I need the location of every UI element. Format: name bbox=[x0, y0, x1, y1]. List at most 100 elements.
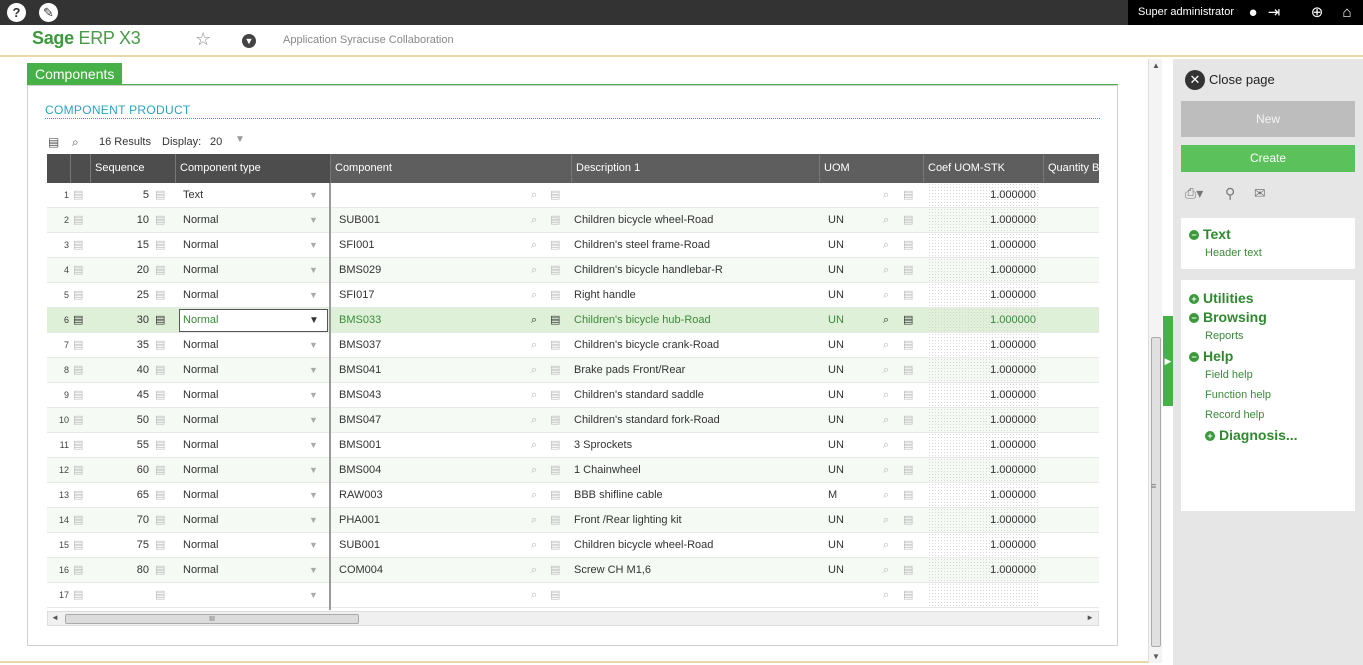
component-cell[interactable]: BMS041 bbox=[339, 358, 509, 383]
vertical-scrollbar-thumb[interactable] bbox=[1151, 337, 1161, 647]
search-icon[interactable]: ⌕ bbox=[883, 233, 897, 258]
help-icon[interactable]: ? bbox=[7, 3, 26, 22]
browsing-section[interactable]: − Browsing bbox=[1189, 309, 1267, 325]
row-detail-icon[interactable]: ▤ bbox=[73, 358, 89, 383]
search-icon[interactable]: ⌕ bbox=[883, 508, 897, 533]
component-cell[interactable]: SFI001 bbox=[339, 233, 509, 258]
sequence-detail-icon[interactable]: ▤ bbox=[155, 233, 171, 258]
row-detail-icon[interactable]: ▤ bbox=[73, 308, 89, 333]
component-cell[interactable]: BMS047 bbox=[339, 408, 509, 433]
chevron-down-icon[interactable]: ▼ bbox=[309, 258, 319, 283]
component-type-cell[interactable]: Normal bbox=[183, 458, 308, 483]
uom-detail-icon[interactable]: ▤ bbox=[903, 233, 919, 258]
component-type-cell[interactable]: Normal bbox=[183, 533, 308, 558]
sequence-cell[interactable]: 25 bbox=[93, 283, 149, 308]
sequence-cell[interactable]: 65 bbox=[93, 483, 149, 508]
chevron-down-icon[interactable]: ▼ bbox=[309, 508, 319, 533]
table-row[interactable]: 9 ▤ 45 ▤ Normal ▼ BMS043 ⌕ ▤ Children's standard … bbox=[47, 383, 1099, 408]
print-icon[interactable]: ⎙▾ bbox=[1185, 185, 1203, 202]
sage-logo[interactable]: Sage ERP X3 bbox=[32, 28, 141, 49]
utilities-section[interactable]: + Utilities bbox=[1189, 290, 1254, 306]
search-icon[interactable]: ⌕ bbox=[883, 458, 897, 483]
component-type-cell[interactable]: Normal bbox=[183, 558, 308, 583]
scroll-left-icon[interactable]: ◄ bbox=[51, 613, 59, 622]
sequence-detail-icon[interactable]: ▤ bbox=[155, 208, 171, 233]
search-icon[interactable]: ⌕ bbox=[883, 208, 897, 233]
component-type-cell[interactable]: Normal bbox=[183, 433, 308, 458]
globe-icon[interactable]: ⊕ bbox=[1308, 4, 1326, 22]
component-cell[interactable]: COM004 bbox=[339, 558, 509, 583]
search-icon[interactable]: ⌕ bbox=[531, 483, 545, 508]
favorite-star-icon[interactable]: ☆ bbox=[195, 29, 211, 50]
row-detail-icon[interactable]: ▤ bbox=[73, 183, 89, 208]
search-icon[interactable]: ⌕ bbox=[531, 183, 545, 208]
coef-cell[interactable]: 1.000000 bbox=[928, 483, 1040, 508]
coef-cell[interactable]: 1.000000 bbox=[928, 333, 1040, 358]
uom-cell[interactable]: UN bbox=[828, 383, 868, 408]
description-cell[interactable]: Children's bicycle crank-Road bbox=[574, 333, 819, 358]
description-cell[interactable]: Children bicycle wheel-Road bbox=[574, 208, 819, 233]
search-icon[interactable]: ⌕ bbox=[883, 483, 897, 508]
description-cell[interactable]: Screw CH M1,6 bbox=[574, 558, 819, 583]
search-icon[interactable]: ⌕ bbox=[883, 183, 897, 208]
table-row[interactable]: 12 ▤ 60 ▤ Normal ▼ BMS004 ⌕ ▤ 1 Chainwheel UN ⌕ ▤ 1.0… bbox=[47, 458, 1099, 483]
component-cell[interactable]: RAW003 bbox=[339, 483, 509, 508]
application-name[interactable]: Application Syracuse Collaboration bbox=[283, 34, 454, 46]
header-coef-uom-stk[interactable]: Coef UOM-STK bbox=[924, 154, 1044, 183]
description-cell[interactable]: Children's bicycle handlebar-R bbox=[574, 258, 819, 283]
component-cell[interactable]: SFI017 bbox=[339, 283, 509, 308]
sequence-cell[interactable]: 20 bbox=[93, 258, 149, 283]
uom-cell[interactable] bbox=[828, 183, 868, 208]
row-detail-icon[interactable]: ▤ bbox=[73, 508, 89, 533]
sequence-detail-icon[interactable]: ▤ bbox=[155, 383, 171, 408]
row-detail-icon[interactable]: ▤ bbox=[73, 533, 89, 558]
component-detail-icon[interactable]: ▤ bbox=[550, 483, 566, 508]
grid-horizontal-scrollbar[interactable]: ◄ III ► bbox=[47, 611, 1099, 626]
uom-cell[interactable]: UN bbox=[828, 283, 868, 308]
sequence-cell[interactable] bbox=[93, 583, 149, 608]
sequence-cell[interactable]: 40 bbox=[93, 358, 149, 383]
description-cell[interactable]: Children's steel frame-Road bbox=[574, 233, 819, 258]
sequence-detail-icon[interactable]: ▤ bbox=[155, 283, 171, 308]
uom-detail-icon[interactable]: ▤ bbox=[903, 508, 919, 533]
search-icon[interactable]: ⌕ bbox=[883, 283, 897, 308]
component-cell[interactable]: BMS029 bbox=[339, 258, 509, 283]
table-row[interactable]: 10 ▤ 50 ▤ Normal ▼ BMS047 ⌕ ▤ Children's standard… bbox=[47, 408, 1099, 433]
search-icon[interactable]: ⌕ bbox=[883, 533, 897, 558]
sequence-detail-icon[interactable]: ▤ bbox=[155, 333, 171, 358]
search-icon[interactable]: ⌕ bbox=[531, 233, 545, 258]
uom-detail-icon[interactable]: ▤ bbox=[903, 558, 919, 583]
row-detail-icon[interactable]: ▤ bbox=[73, 458, 89, 483]
row-detail-icon[interactable]: ▤ bbox=[73, 208, 89, 233]
component-detail-icon[interactable]: ▤ bbox=[550, 283, 566, 308]
sequence-detail-icon[interactable]: ▤ bbox=[155, 183, 171, 208]
component-detail-icon[interactable]: ▤ bbox=[550, 358, 566, 383]
search-icon[interactable]: ⌕ bbox=[531, 533, 545, 558]
search-icon[interactable]: ⌕ bbox=[531, 208, 545, 233]
header-component[interactable]: Component bbox=[331, 154, 572, 183]
component-detail-icon[interactable]: ▤ bbox=[550, 333, 566, 358]
component-type-cell[interactable] bbox=[183, 583, 308, 608]
search-icon[interactable]: ⌕ bbox=[883, 258, 897, 283]
description-cell[interactable] bbox=[574, 183, 819, 208]
search-icon[interactable]: ⌕ bbox=[531, 358, 545, 383]
uom-detail-icon[interactable]: ▤ bbox=[903, 408, 919, 433]
table-row[interactable]: 11 ▤ 55 ▤ Normal ▼ BMS001 ⌕ ▤ 3 Sprockets UN ⌕ ▤ 1.00… bbox=[47, 433, 1099, 458]
sequence-detail-icon[interactable]: ▤ bbox=[155, 308, 171, 333]
description-cell[interactable]: Right handle bbox=[574, 283, 819, 308]
coef-cell[interactable]: 1.000000 bbox=[928, 358, 1040, 383]
component-type-cell[interactable]: Normal bbox=[183, 508, 308, 533]
uom-detail-icon[interactable]: ▤ bbox=[903, 358, 919, 383]
chevron-down-icon[interactable]: ▼ bbox=[242, 34, 256, 48]
sequence-cell[interactable]: 55 bbox=[93, 433, 149, 458]
uom-detail-icon[interactable]: ▤ bbox=[903, 433, 919, 458]
search-icon[interactable]: ⌕ bbox=[883, 358, 897, 383]
uom-cell[interactable]: M bbox=[828, 483, 868, 508]
table-row[interactable]: 3 ▤ 15 ▤ Normal ▼ SFI001 ⌕ ▤ Children's steel fra… bbox=[47, 233, 1099, 258]
row-detail-icon[interactable]: ▤ bbox=[73, 483, 89, 508]
uom-detail-icon[interactable]: ▤ bbox=[903, 533, 919, 558]
search-icon[interactable]: ⌕ bbox=[531, 508, 545, 533]
uom-cell[interactable]: UN bbox=[828, 533, 868, 558]
sequence-cell[interactable]: 30 bbox=[93, 308, 149, 333]
sequence-detail-icon[interactable]: ▤ bbox=[155, 558, 171, 583]
